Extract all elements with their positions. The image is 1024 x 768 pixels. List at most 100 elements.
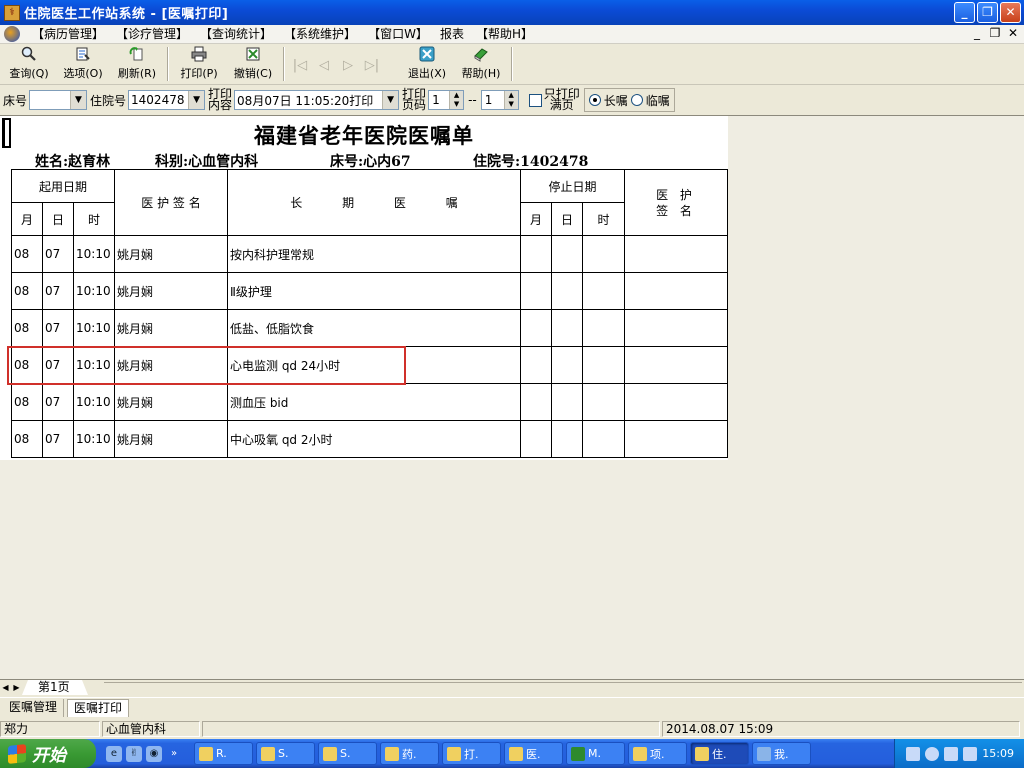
- nav-prev-button[interactable]: ◁: [312, 46, 336, 84]
- only-full-label-line2: 满页: [549, 98, 574, 112]
- chevron-down-icon[interactable]: ▼: [70, 91, 87, 109]
- print-content-label: 打印 内容: [208, 88, 232, 111]
- window-controls: _ ❐ ✕: [954, 2, 1021, 23]
- taskbar-button[interactable]: R.: [194, 742, 253, 765]
- department-line: 科别:心血管内科: [155, 151, 258, 171]
- tray-expand-icon[interactable]: [925, 746, 940, 761]
- taskbar-button[interactable]: 药.: [380, 742, 439, 765]
- row-stop-time: [582, 309, 625, 347]
- row-day: 07: [42, 309, 74, 347]
- sheet-prev-icon[interactable]: ◀: [0, 683, 11, 692]
- toolbar-separator: [167, 47, 169, 81]
- row-signer: 姚月娴: [114, 420, 228, 458]
- row-order: Ⅱ级护理: [227, 272, 521, 310]
- tab-order-print[interactable]: 医嘱打印: [67, 699, 130, 717]
- taskbar-button[interactable]: 医.: [504, 742, 563, 765]
- taskbar-button[interactable]: 项.: [628, 742, 687, 765]
- close-button[interactable]: ✕: [1000, 2, 1021, 23]
- temp-order-radio[interactable]: [630, 94, 643, 106]
- help-label: 帮助(H): [461, 67, 501, 80]
- keyboard-icon[interactable]: [906, 746, 921, 761]
- row-day: 07: [42, 272, 74, 310]
- menu-diagnosis-management[interactable]: 【诊疗管理】: [110, 25, 194, 43]
- network-icon[interactable]: [944, 746, 959, 761]
- chevron-down-icon[interactable]: ▼: [188, 91, 205, 109]
- start-month-header: 月: [11, 202, 43, 236]
- undo-icon: [246, 47, 260, 61]
- options-label: 选项(O): [63, 67, 103, 80]
- taskbar-button-active[interactable]: 住.: [690, 742, 749, 765]
- sheet-tab-strip: ◀ ▶ 第1页: [0, 679, 1024, 695]
- row-day: 07: [42, 235, 74, 273]
- page-to-stepper[interactable]: 1 ▲ ▼: [480, 90, 519, 110]
- department: 心血管内科: [188, 154, 259, 170]
- row-stop-day: [551, 346, 583, 384]
- bed-combo[interactable]: ▼: [29, 90, 88, 110]
- exit-label: 退出(X): [407, 67, 447, 80]
- options-button[interactable]: 选项(O): [56, 46, 110, 84]
- browser-quicklaunch-icon[interactable]: ◉: [146, 745, 162, 762]
- menu-window[interactable]: 【窗口W】: [362, 25, 434, 43]
- row-stop-signer: [624, 420, 728, 458]
- mdi-restore-button[interactable]: ❐: [988, 26, 1002, 40]
- row-time: 10:10: [73, 309, 115, 347]
- clock[interactable]: 15:09: [982, 747, 1014, 760]
- title-bar: ⚕ 住院医生工作站系统 - [医嘱打印] _ ❐ ✕: [0, 0, 1024, 25]
- stepper-arrows-icon[interactable]: ▲ ▼: [503, 91, 518, 109]
- menu-record-management[interactable]: 【病历管理】: [26, 25, 110, 43]
- restore-button[interactable]: ❐: [977, 2, 998, 23]
- table-row: 08 07 10:10 姚月娴 按内科护理常规: [11, 235, 728, 273]
- nav-next-button[interactable]: ▷: [336, 46, 360, 84]
- app-quicklaunch-icon[interactable]: ✌: [126, 745, 142, 762]
- print-content-combo[interactable]: 08月07日 11:05:20打印 ▼: [234, 90, 400, 110]
- taskbar-button[interactable]: 我.: [752, 742, 811, 765]
- start-day-header: 日: [42, 202, 74, 236]
- sheet-next-icon[interactable]: ▶: [11, 683, 22, 692]
- row-stop-signer: [624, 235, 728, 273]
- tab-order-management[interactable]: 医嘱管理: [3, 699, 65, 717]
- quicklaunch-chevron[interactable]: »: [166, 746, 182, 762]
- taskbar-button-label: R.: [216, 747, 227, 760]
- row-month: 08: [11, 346, 43, 384]
- inpatient-combo[interactable]: 1402478 ▼: [128, 90, 206, 110]
- name-label: 姓名:: [35, 154, 69, 170]
- mdi-minimize-button[interactable]: _: [970, 26, 984, 40]
- taskbar-button[interactable]: S.: [318, 742, 377, 765]
- toolbar-separator: [283, 47, 285, 81]
- menu-reports[interactable]: 报表: [434, 25, 470, 43]
- taskbar-button[interactable]: S.: [256, 742, 315, 765]
- taskbar-button[interactable]: M.: [566, 742, 625, 765]
- ie-icon[interactable]: e: [106, 745, 122, 762]
- taskbar-button-label: 住.: [712, 747, 727, 761]
- row-stop-month: [520, 309, 552, 347]
- row-stop-day: [551, 235, 583, 273]
- help-button[interactable]: 帮助(H): [454, 46, 508, 84]
- horizontal-scrollbar[interactable]: [104, 682, 1022, 694]
- undo-button[interactable]: 撤销(C): [226, 46, 280, 84]
- menu-help[interactable]: 【帮助H】: [470, 25, 539, 43]
- start-button[interactable]: 开始: [0, 739, 96, 768]
- only-full-page-checkbox[interactable]: [528, 93, 542, 107]
- page-from-stepper[interactable]: 1 ▲ ▼: [428, 90, 465, 110]
- mdi-controls: _ ❐ ✕: [970, 26, 1020, 40]
- sheet-tab-page1[interactable]: 第1页: [22, 680, 88, 695]
- taskbar-button[interactable]: 打.: [442, 742, 501, 765]
- chevron-down-icon[interactable]: ▼: [382, 91, 399, 109]
- menu-system-maintenance[interactable]: 【系统维护】: [278, 25, 362, 43]
- print-button[interactable]: 打印(P): [172, 46, 226, 84]
- minimize-button[interactable]: _: [954, 2, 975, 23]
- taskbar-buttons: R. S. S. 药. 打. 医. M. 项. 住. 我.: [194, 742, 811, 765]
- report-preview-area[interactable]: 福建省老年医院医嘱单 姓名:赵育林 科别:心血管内科 床号:心内67 住院号:1…: [0, 115, 1024, 679]
- mdi-close-button[interactable]: ✕: [1006, 26, 1020, 40]
- nav-last-button[interactable]: ▷|: [360, 46, 384, 84]
- network-icon[interactable]: [963, 746, 978, 761]
- refresh-button[interactable]: 刷新(R): [110, 46, 164, 84]
- menu-query-statistics[interactable]: 【查询统计】: [194, 25, 278, 43]
- long-order-radio[interactable]: [588, 94, 601, 106]
- query-button[interactable]: 查询(Q): [2, 46, 56, 84]
- exit-button[interactable]: 退出(X): [400, 46, 454, 84]
- row-stop-signer: [624, 383, 728, 421]
- nav-first-button[interactable]: |◁: [288, 46, 312, 84]
- long-order-header: 长 期 医 嘱: [227, 169, 521, 236]
- stepper-arrows-icon[interactable]: ▲ ▼: [449, 91, 464, 109]
